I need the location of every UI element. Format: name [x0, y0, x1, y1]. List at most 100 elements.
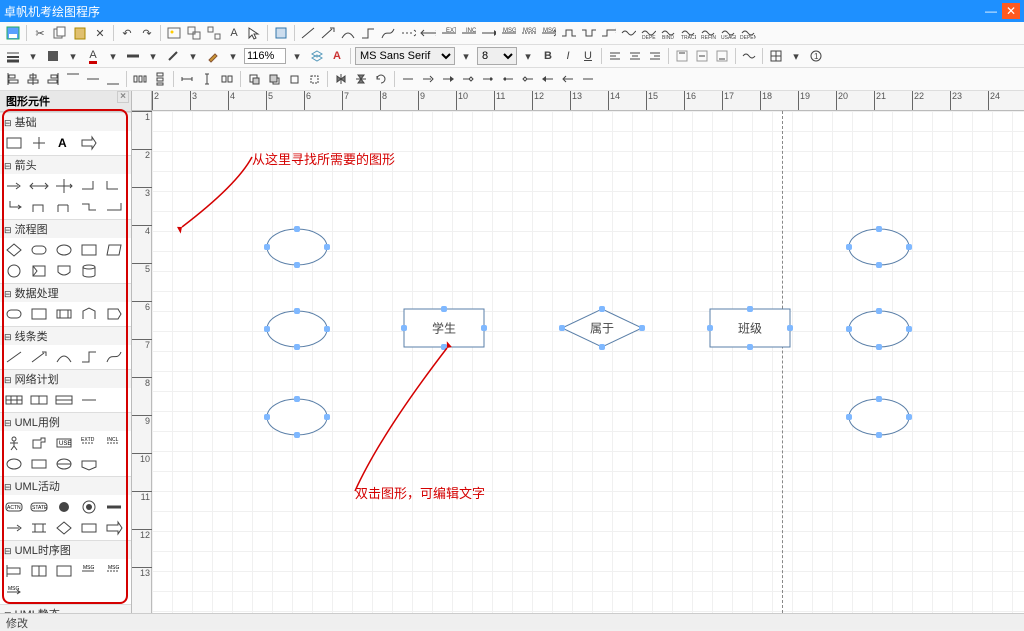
backward-button[interactable]	[305, 70, 323, 88]
arrow-end-diamond-fill-button[interactable]	[479, 70, 497, 88]
drawing-canvas[interactable]: 学生属于班级从这里寻找所需要的图形双击图形，可编辑文字	[152, 111, 1024, 613]
brush-button[interactable]	[204, 47, 222, 65]
msg-arrow-3-button[interactable]: MSG	[539, 24, 557, 42]
properties-button[interactable]	[272, 24, 290, 42]
redo-button[interactable]: ↷	[138, 24, 156, 42]
close-button[interactable]: ✕	[1002, 3, 1020, 19]
poly-line-2-button[interactable]	[579, 24, 597, 42]
paste-button[interactable]	[71, 24, 89, 42]
canvas-shape[interactable]: 属于	[562, 309, 642, 347]
canvas-shape[interactable]	[849, 399, 909, 435]
arrow-start-open-button[interactable]	[559, 70, 577, 88]
palette-shape[interactable]	[52, 454, 76, 474]
cut-button[interactable]: ✂	[31, 24, 49, 42]
ungroup-button[interactable]	[205, 24, 223, 42]
wavy-line-7-button[interactable]: DEPEND	[739, 24, 757, 42]
line-color-button[interactable]	[164, 47, 182, 65]
palette-shape[interactable]: USE	[52, 433, 76, 453]
canvas-shape[interactable]	[267, 399, 327, 435]
palette-shape[interactable]	[27, 390, 51, 410]
obj-align-right-button[interactable]	[44, 70, 62, 88]
palette-shape[interactable]	[27, 561, 51, 581]
send-back-button[interactable]	[265, 70, 283, 88]
valign-mid-button[interactable]	[693, 47, 711, 65]
palette-shape[interactable]	[52, 197, 76, 217]
dropdown-6[interactable]: ▾	[224, 47, 242, 65]
obj-align-left-button[interactable]	[4, 70, 22, 88]
undo-button[interactable]: ↶	[118, 24, 136, 42]
bold-button[interactable]: B	[539, 47, 557, 65]
line-tool-button[interactable]	[299, 24, 317, 42]
line-thick-button[interactable]	[124, 47, 142, 65]
circle-1-button[interactable]: 1	[807, 47, 825, 65]
palette-shape[interactable]	[2, 176, 26, 196]
solid-arrow-button[interactable]	[479, 24, 497, 42]
fill-color-button[interactable]	[44, 47, 62, 65]
arrow-start-diamond-button[interactable]	[519, 70, 537, 88]
palette-shape[interactable]	[102, 240, 126, 260]
label-arrow-1-button[interactable]: EXTD	[439, 24, 457, 42]
size-dropdown[interactable]: ▾	[519, 47, 537, 65]
arrow-start-none-button[interactable]	[399, 70, 417, 88]
minimize-button[interactable]: —	[982, 3, 1000, 19]
palette-shape[interactable]	[27, 347, 51, 367]
line-style-button[interactable]	[4, 47, 22, 65]
valign-top-button[interactable]	[673, 47, 691, 65]
copy-button[interactable]	[51, 24, 69, 42]
font-family-select[interactable]: MS Sans Serif	[355, 47, 455, 65]
canvas-shape[interactable]	[849, 229, 909, 265]
curve-line-button[interactable]	[379, 24, 397, 42]
wavy-line-2-button[interactable]: DEPEND	[639, 24, 657, 42]
palette-shape[interactable]	[102, 176, 126, 196]
wavy-line-6-button[interactable]: USAGE	[719, 24, 737, 42]
palette-shape[interactable]: MSG	[102, 561, 126, 581]
palette-shape[interactable]	[52, 304, 76, 324]
palette-shape[interactable]	[27, 433, 51, 453]
palette-shape[interactable]	[27, 304, 51, 324]
palette-shape[interactable]	[2, 561, 26, 581]
zoom-input[interactable]	[244, 48, 286, 64]
palette-shape[interactable]	[102, 497, 126, 517]
bring-front-button[interactable]	[245, 70, 263, 88]
palette-shape[interactable]	[2, 304, 26, 324]
arrow-start-solid-button[interactable]	[539, 70, 557, 88]
palette-section-header[interactable]: ⊟ 箭头	[0, 155, 131, 174]
palette-shape[interactable]	[77, 518, 101, 538]
palette-section-header[interactable]: ⊟ 线条类	[0, 326, 131, 345]
palette-section-header[interactable]: ⊟ UML用例	[0, 412, 131, 431]
grid-toggle-button[interactable]	[767, 47, 785, 65]
same-width-button[interactable]	[178, 70, 196, 88]
palette-shape[interactable]	[52, 347, 76, 367]
flip-h-button[interactable]	[332, 70, 350, 88]
palette-close-icon[interactable]: ×	[117, 91, 129, 103]
palette-shape[interactable]	[52, 176, 76, 196]
palette-shape[interactable]	[2, 390, 26, 410]
palette-shape[interactable]	[52, 561, 76, 581]
palette-shape[interactable]	[102, 347, 126, 367]
arrow-start-diamond-fill-button[interactable]	[499, 70, 517, 88]
obj-align-vcenter-button[interactable]	[84, 70, 102, 88]
palette-shape[interactable]	[27, 133, 51, 153]
palette-section-header[interactable]: ⊟ UML活动	[0, 476, 131, 495]
palette-shape[interactable]: MSG	[2, 582, 26, 602]
palette-section-header[interactable]: ⊟ UML时序图	[0, 540, 131, 559]
double-arrow-button[interactable]	[419, 24, 437, 42]
obj-align-bottom-button[interactable]	[104, 70, 122, 88]
dropdown-5[interactable]: ▾	[184, 47, 202, 65]
wavy-line-1-button[interactable]	[619, 24, 637, 42]
palette-shape[interactable]	[27, 240, 51, 260]
dist-v-button[interactable]	[151, 70, 169, 88]
palette-shape[interactable]	[27, 197, 51, 217]
msg-arrow-2-button[interactable]: MSG	[519, 24, 537, 42]
same-height-button[interactable]	[198, 70, 216, 88]
palette-shape[interactable]	[102, 197, 126, 217]
palette-shape[interactable]	[77, 176, 101, 196]
palette-shape[interactable]	[2, 347, 26, 367]
palette-shape[interactable]: MSG	[77, 561, 101, 581]
canvas-shape[interactable]	[267, 229, 327, 265]
obj-align-top-button[interactable]	[64, 70, 82, 88]
palette-shape[interactable]	[102, 304, 126, 324]
palette-shape[interactable]	[77, 133, 101, 153]
palette-shape[interactable]	[2, 133, 26, 153]
label-arrow-2-button[interactable]: INCL	[459, 24, 477, 42]
